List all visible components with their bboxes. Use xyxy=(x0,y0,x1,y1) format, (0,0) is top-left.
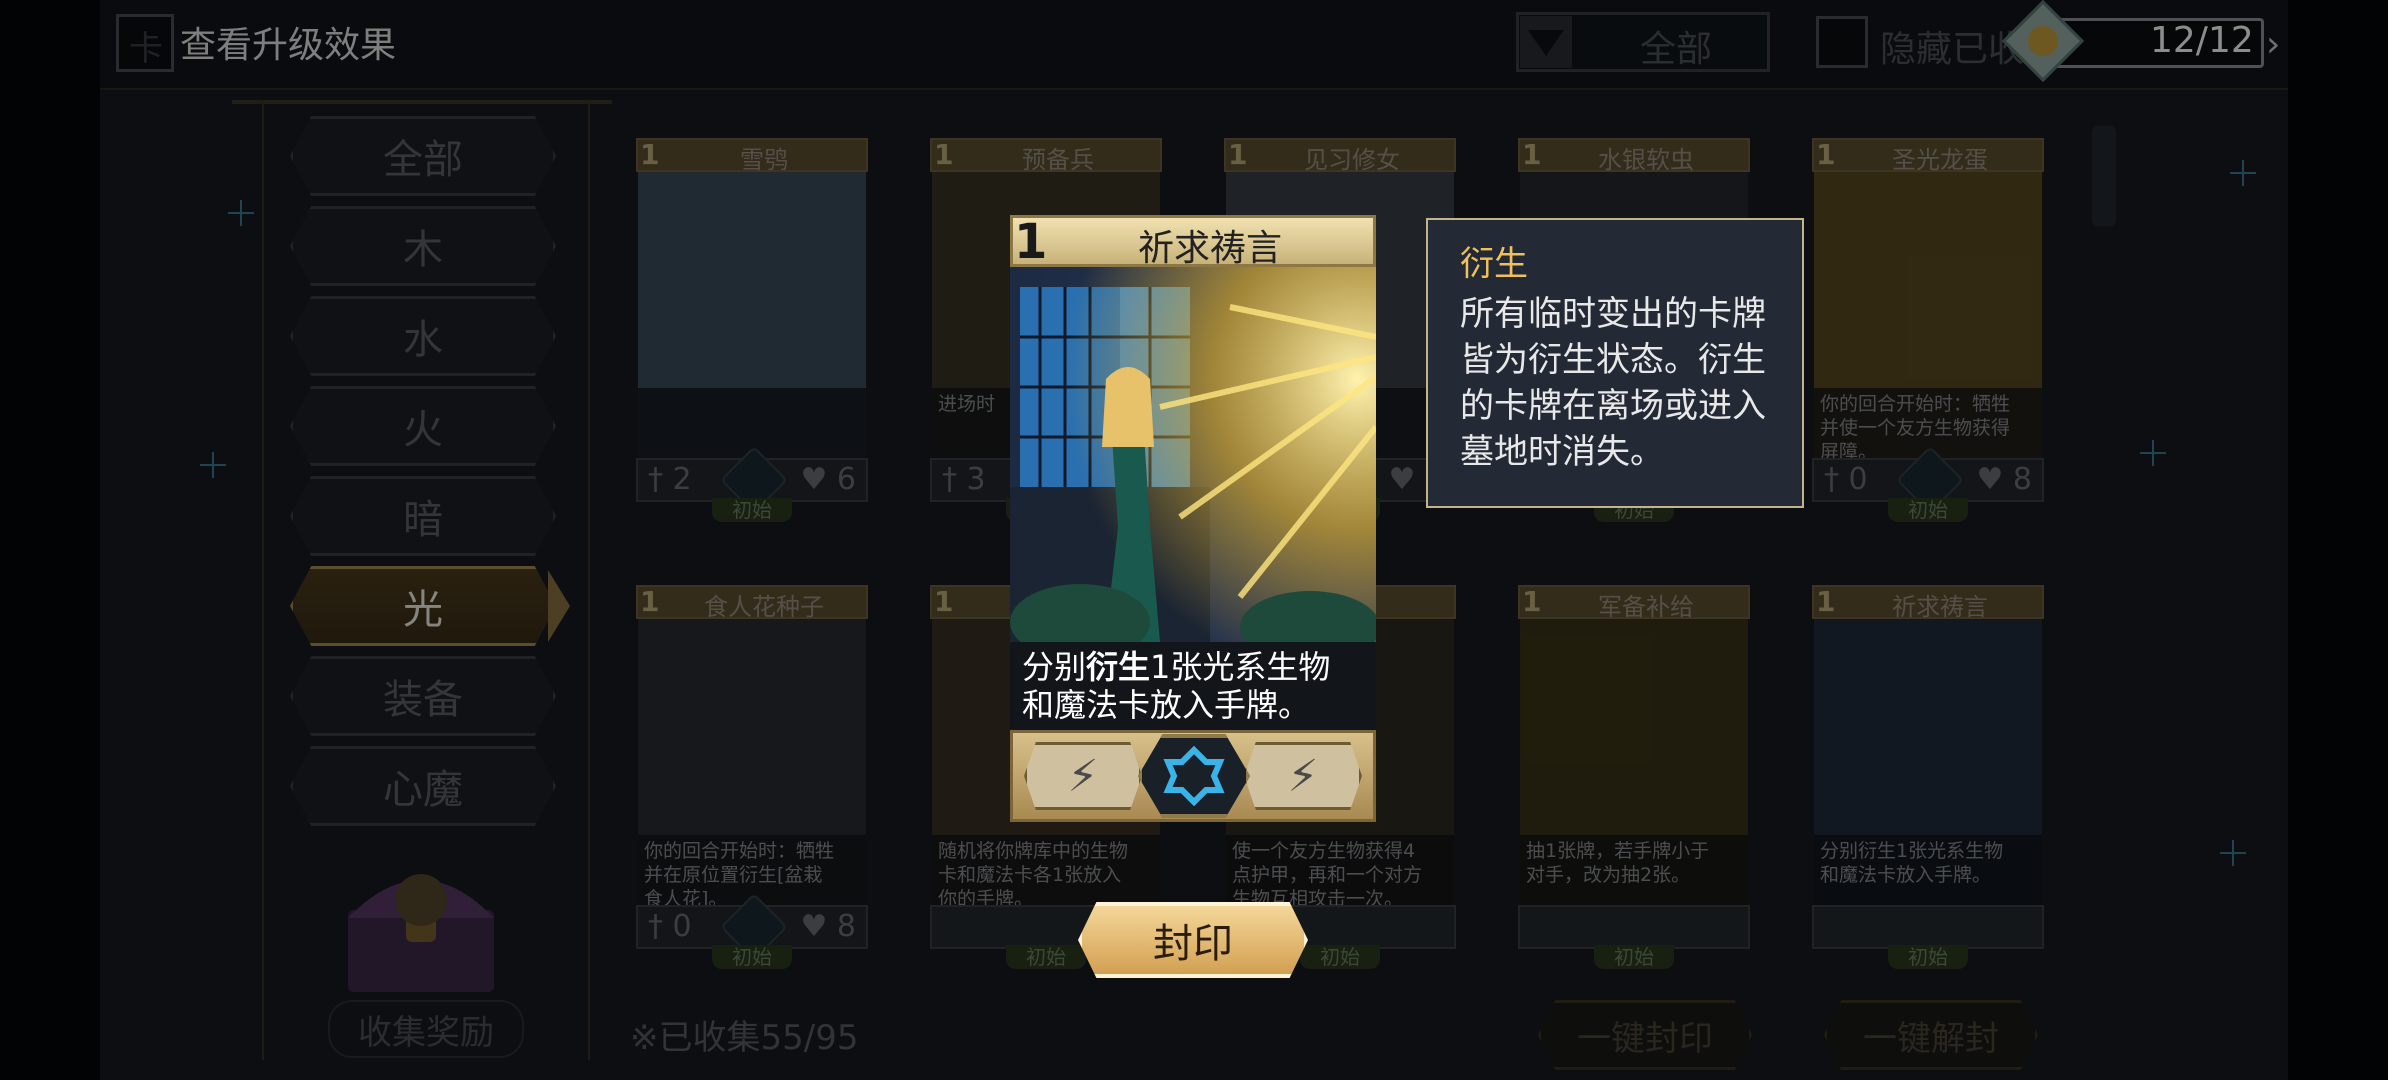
lightning-slot-icon: ⚡ xyxy=(1244,742,1362,810)
keyword-tooltip: 衍生 所有临时变出的卡牌 皆为衍生状态。衍生 的卡牌在离场或进入 墓地时消失。 xyxy=(1426,218,1804,508)
seal-button[interactable]: 封印 xyxy=(1078,902,1308,978)
featured-card-description: 分别衍生1张光系生物 和魔法卡放入手牌。 xyxy=(1010,642,1376,730)
lightning-slot-icon: ⚡ xyxy=(1024,742,1142,810)
desc-text: 分别 xyxy=(1022,648,1087,686)
featured-card-cost: 1 xyxy=(1014,214,1048,270)
featured-card-art xyxy=(1010,267,1376,642)
tooltip-body: 所有临时变出的卡牌 皆为衍生状态。衍生 的卡牌在离场或进入 墓地时消失。 xyxy=(1460,294,1766,472)
tooltip-title: 衍生 xyxy=(1460,244,1528,284)
featured-card-name: 祈求祷言 xyxy=(1137,228,1282,269)
keyword-derive[interactable]: 衍生 xyxy=(1086,648,1150,686)
